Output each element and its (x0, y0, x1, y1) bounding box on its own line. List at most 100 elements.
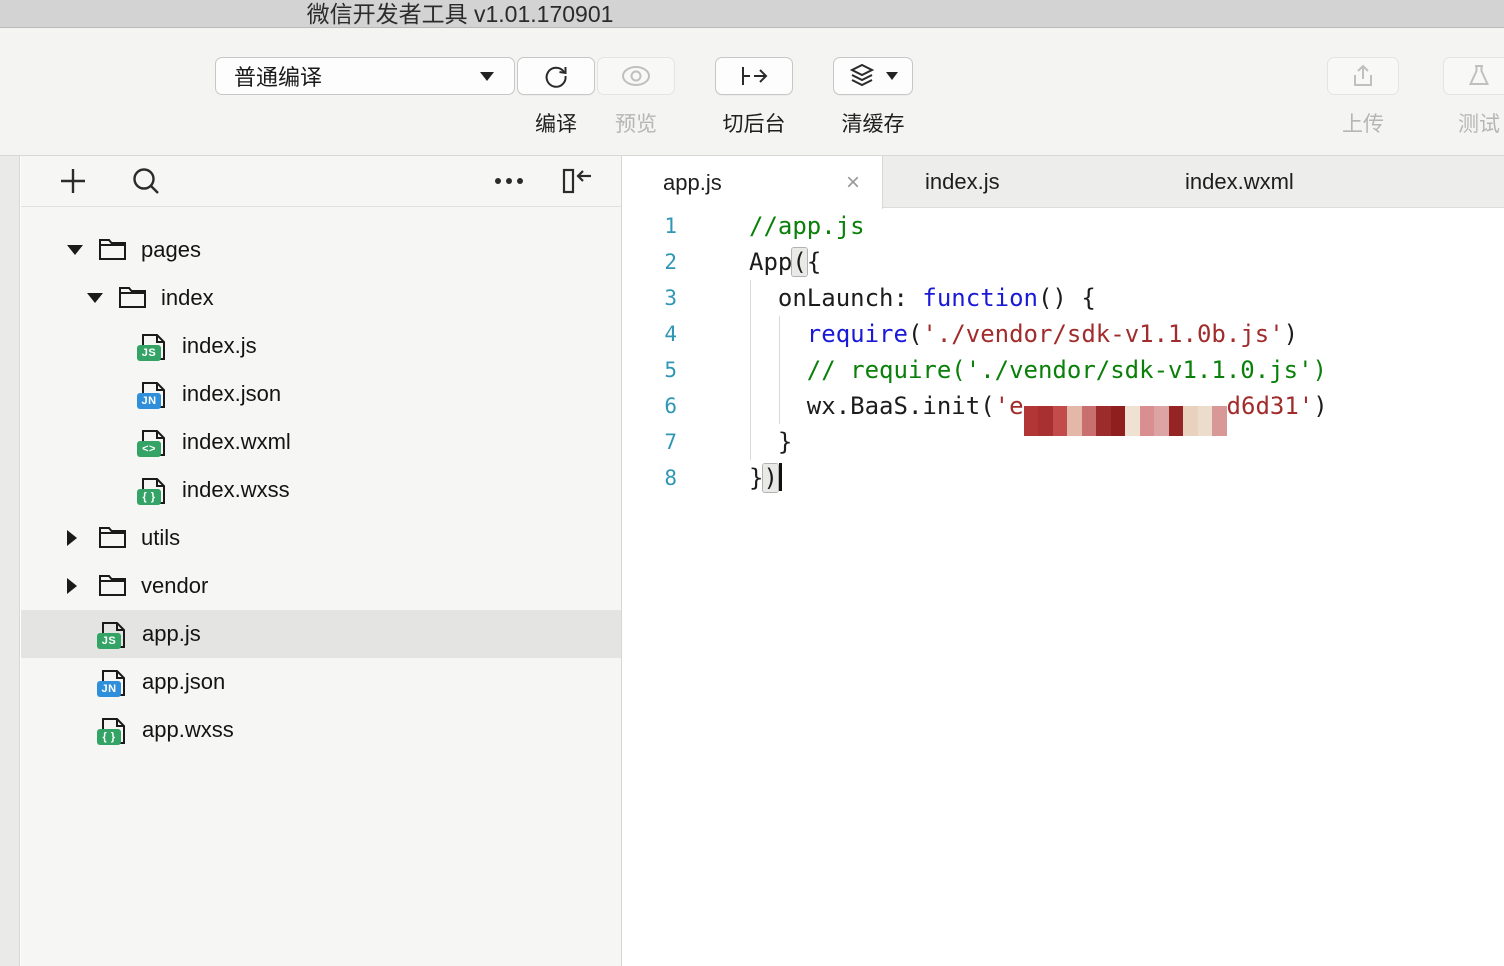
code-line-4[interactable]: 4 require('./vendor/sdk-v1.1.0b.js') (623, 316, 1504, 352)
code-segment-hl: ) (763, 464, 777, 492)
code-text: } (749, 424, 792, 460)
tree-item-label: index (161, 285, 214, 311)
code-line-7[interactable]: 7 } (623, 424, 1504, 460)
code-segment-plain: ) (1313, 392, 1327, 420)
tree-item-label: index.wxss (182, 477, 290, 503)
caret-down-icon[interactable] (87, 293, 101, 303)
compile-button[interactable] (517, 57, 595, 95)
tree-folder-index[interactable]: index (21, 274, 621, 322)
test-label: 测试 (1443, 108, 1504, 138)
tree-item-label: index.json (182, 381, 281, 407)
eye-icon (621, 65, 651, 87)
preview-label: 预览 (597, 108, 675, 138)
line-number: 6 (623, 388, 677, 424)
close-icon[interactable]: × (846, 171, 860, 195)
upload-button[interactable] (1327, 57, 1399, 95)
switch-background-button[interactable] (715, 57, 793, 95)
refresh-icon (543, 63, 569, 89)
code-line-1[interactable]: 1//app.js (623, 208, 1504, 244)
code-text: onLaunch: function() { (749, 280, 1096, 316)
folder-icon (118, 284, 147, 313)
code-segment-kw: function (922, 284, 1038, 312)
json-file-icon: JN (139, 380, 168, 409)
caret-right-icon[interactable] (67, 530, 81, 546)
compile-label: 编译 (517, 108, 595, 138)
json-file-icon: JN (99, 668, 128, 697)
preview-button[interactable] (597, 57, 675, 95)
code-editor[interactable]: 1//app.js2App({3 onLaunch: function() {4… (623, 208, 1504, 965)
collapse-panel-icon[interactable] (561, 167, 593, 195)
tree-file-app-json[interactable]: JNapp.json (21, 658, 621, 706)
tree-folder-pages[interactable]: pages (21, 226, 621, 274)
tab-index-wxml[interactable]: index.wxml (1143, 156, 1403, 208)
caret-right-icon[interactable] (67, 578, 81, 594)
code-text: require('./vendor/sdk-v1.1.0b.js') (749, 316, 1298, 352)
tab-index-js[interactable]: index.js (883, 156, 1143, 208)
tree-item-label: utils (141, 525, 180, 551)
code-text: App({ (749, 244, 821, 280)
line-number: 4 (623, 316, 677, 352)
tree-file-index-js[interactable]: JSindex.js (21, 322, 621, 370)
clear-cache-label: 清缓存 (833, 108, 913, 138)
code-segment-plain: { (807, 248, 821, 276)
code-text: // require('./vendor/sdk-v1.1.0.js') (749, 352, 1327, 388)
tree-file-index-wxml[interactable]: <>index.wxml (21, 418, 621, 466)
tree-folder-vendor[interactable]: vendor (21, 562, 621, 610)
text-cursor (779, 463, 782, 491)
code-segment-plain: ) (1284, 320, 1298, 348)
window-title: 微信开发者工具 v1.01.170901 (307, 0, 614, 28)
left-strip (0, 156, 20, 966)
folder-icon (98, 524, 127, 553)
folder-icon (98, 572, 127, 601)
tree-file-index-json[interactable]: JN index.json (21, 370, 621, 418)
tree-file-app-wxss[interactable]: { }app.wxss (21, 706, 621, 754)
tree-item-label: index.js (182, 333, 257, 359)
tab-label: app.js (663, 170, 722, 196)
code-segment-comment: //app.js (749, 212, 865, 240)
code-segment-comment: // require('./vendor/sdk-v1.1.0.js') (749, 356, 1327, 384)
tree-folder-utils[interactable]: utils (21, 514, 621, 562)
code-line-6[interactable]: 6 wx.BaaS.init('ed6d31') (623, 388, 1504, 424)
chevron-down-icon (886, 72, 898, 80)
code-segment-plain: App (749, 248, 792, 276)
tree-item-label: app.js (142, 621, 201, 647)
test-button[interactable] (1443, 57, 1504, 95)
tab-app-js[interactable]: app.js × (623, 156, 883, 209)
line-number: 5 (623, 352, 677, 388)
editor-tab-bar: app.js × index.jsindex.wxml (623, 156, 1504, 208)
code-line-2[interactable]: 2 App({ (623, 244, 1504, 280)
code-line-3[interactable]: 3 onLaunch: function() { (623, 280, 1504, 316)
code-segment-hl: ( (792, 248, 806, 276)
clear-cache-button[interactable] (833, 57, 913, 95)
wxss-file-icon: { } (139, 476, 168, 505)
code-segment-plain: ( (908, 320, 922, 348)
code-line-5[interactable]: 5 // require('./vendor/sdk-v1.1.0.js') (623, 352, 1504, 388)
code-line-8[interactable]: 8}) (623, 460, 1504, 496)
editor: app.js×index.jsindex.wxml 1//app.js2App(… (623, 156, 1504, 966)
code-text: //app.js (749, 208, 865, 244)
flask-icon (1466, 63, 1492, 89)
search-icon[interactable] (131, 166, 161, 196)
file-sidebar: pages index JSindex.js JNindex.json <>in… (21, 156, 622, 966)
code-segment-plain: onLaunch: (749, 284, 922, 312)
title-bar: 微信开发者工具 v1.01.170901 (0, 0, 1504, 28)
tree-file-index-wxss[interactable]: { } index.wxss (21, 466, 621, 514)
tree-file-app-js[interactable]: JSapp.js (21, 610, 621, 658)
wxss-file-icon: { } (99, 716, 128, 745)
line-number: 3 (623, 280, 677, 316)
layers-icon (849, 62, 879, 90)
code-text: }) (749, 460, 782, 496)
compile-mode-value: 普通编译 (234, 60, 322, 92)
compile-mode-dropdown[interactable]: 普通编译 (215, 57, 515, 95)
code-segment-str: 'e (995, 392, 1024, 420)
more-icon[interactable] (493, 176, 525, 186)
code-segment-kw: require (807, 320, 908, 348)
line-number: 8 (623, 460, 677, 496)
code-segment-plain (749, 320, 807, 348)
add-file-icon[interactable] (59, 167, 87, 195)
upload-icon (1350, 63, 1376, 89)
line-number: 2 (623, 244, 677, 280)
caret-down-icon[interactable] (67, 245, 81, 255)
wxml-file-icon: <> (139, 428, 168, 457)
tree-item-label: pages (141, 237, 201, 263)
